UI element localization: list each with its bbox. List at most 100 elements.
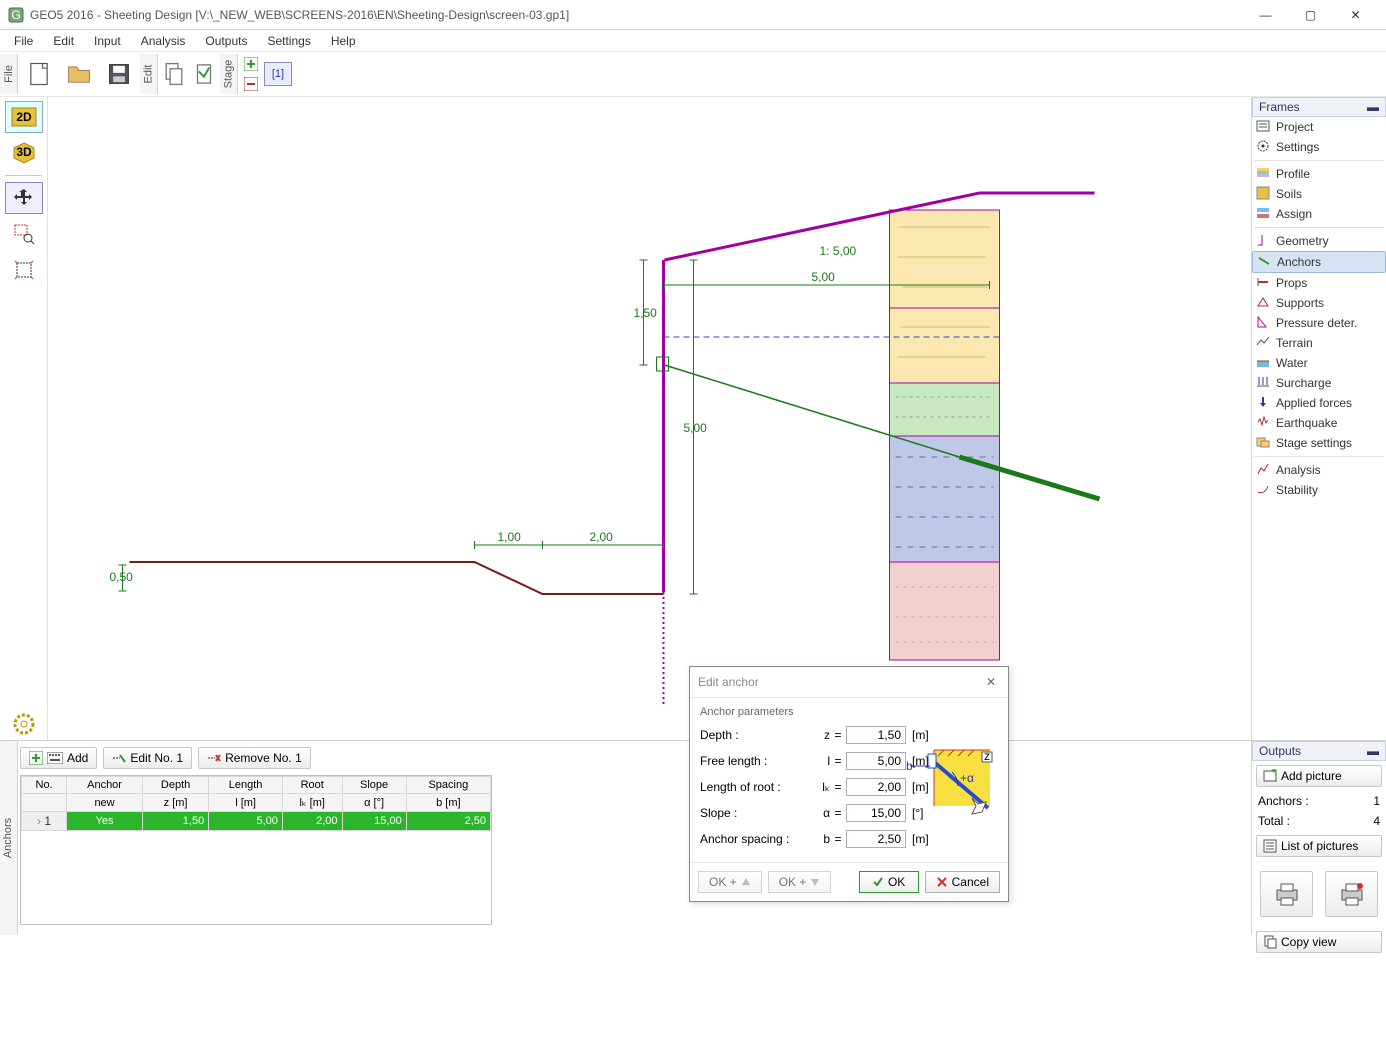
- anchor-schematic-icon: b +α z: [904, 742, 994, 822]
- paste-button[interactable]: [190, 54, 218, 94]
- edit-icon: [112, 752, 126, 764]
- frame-project[interactable]: Project: [1252, 117, 1386, 137]
- app-icon: G: [8, 7, 24, 23]
- arrow-down-icon: [810, 877, 820, 887]
- edit-anchor-button[interactable]: Edit No. 1: [103, 747, 192, 769]
- check-icon: [872, 876, 884, 888]
- frame-profile[interactable]: Profile: [1252, 164, 1386, 184]
- depth-input[interactable]: [846, 726, 906, 744]
- frame-settings[interactable]: Settings: [1252, 137, 1386, 157]
- list-pictures-button[interactable]: List of pictures: [1256, 835, 1382, 857]
- menu-analysis[interactable]: Analysis: [131, 32, 196, 50]
- save-file-button[interactable]: [100, 54, 138, 94]
- frames-header: Frames▬: [1252, 97, 1386, 117]
- ok-down-button[interactable]: OK +: [768, 871, 832, 893]
- copy-view-button[interactable]: Copy view: [1256, 931, 1382, 953]
- stage-tab-1[interactable]: [1]: [264, 62, 292, 86]
- svg-text:b: b: [906, 759, 913, 773]
- keyboard-icon: [47, 752, 63, 764]
- dialog-close-button[interactable]: ✕: [982, 673, 1000, 691]
- remove-icon: [207, 752, 221, 764]
- free-length-input[interactable]: [846, 752, 906, 770]
- view-3d-button[interactable]: 3D: [5, 137, 43, 169]
- svg-text:1,00: 1,00: [498, 530, 522, 544]
- ok-button[interactable]: OK: [859, 871, 919, 893]
- menu-file[interactable]: File: [4, 32, 43, 50]
- minimize-icon[interactable]: ▬: [1367, 100, 1379, 114]
- minimize-button[interactable]: —: [1243, 1, 1288, 29]
- file-group-label: File: [0, 54, 18, 94]
- frame-geometry[interactable]: Geometry: [1252, 231, 1386, 251]
- zoom-extents-button[interactable]: [5, 254, 43, 286]
- cancel-icon: [936, 876, 948, 888]
- window-title: GEO5 2016 - Sheeting Design [V:\_NEW_WEB…: [30, 8, 1243, 22]
- remove-anchor-button[interactable]: Remove No. 1: [198, 747, 311, 769]
- edit-group-label: Edit: [140, 54, 158, 94]
- fieldset-title: Anchor parameters: [700, 706, 998, 718]
- svg-text:1,50: 1,50: [634, 306, 658, 320]
- frame-earthquake[interactable]: Earthquake: [1252, 413, 1386, 433]
- maximize-button[interactable]: ▢: [1288, 1, 1333, 29]
- menu-outputs[interactable]: Outputs: [195, 32, 257, 50]
- print-1-button[interactable]: [1260, 871, 1313, 917]
- anchors-table[interactable]: No.AnchorDepthLengthRootSlopeSpacing new…: [20, 775, 492, 925]
- menu-help[interactable]: Help: [321, 32, 366, 50]
- anchors-panel: Add Edit No. 1 Remove No. 1 No.AnchorDep…: [18, 741, 498, 935]
- table-row[interactable]: › 1 Yes1,505,002,0015,002,50: [22, 812, 491, 831]
- new-file-button[interactable]: [20, 54, 58, 94]
- svg-text:0,50: 0,50: [110, 570, 134, 584]
- picture-add-icon: [1263, 769, 1277, 783]
- frame-anchors[interactable]: Anchors: [1252, 251, 1386, 273]
- svg-text:2,00: 2,00: [590, 530, 614, 544]
- ok-up-button[interactable]: OK +: [698, 871, 762, 893]
- stage-group-label: Stage: [220, 54, 238, 94]
- minimize-icon[interactable]: ▬: [1367, 744, 1379, 758]
- zoom-select-button[interactable]: [5, 218, 43, 250]
- menu-input[interactable]: Input: [84, 32, 131, 50]
- edit-anchor-dialog: Edit anchor✕ Anchor parameters Depth :z=…: [689, 666, 1009, 902]
- frame-applied-forces[interactable]: Applied forces: [1252, 393, 1386, 413]
- menu-edit[interactable]: Edit: [43, 32, 84, 50]
- frame-pressure[interactable]: Pressure deter.: [1252, 313, 1386, 333]
- svg-text:z: z: [984, 749, 990, 763]
- frame-terrain[interactable]: Terrain: [1252, 333, 1386, 353]
- menu-bar: File Edit Input Analysis Outputs Setting…: [0, 30, 1386, 52]
- print-2-button[interactable]: [1325, 871, 1378, 917]
- frame-supports[interactable]: Supports: [1252, 293, 1386, 313]
- slope-input[interactable]: [846, 804, 906, 822]
- printer-icon: [1273, 880, 1301, 908]
- frame-assign[interactable]: Assign: [1252, 204, 1386, 224]
- anchors-side-label: Anchors: [0, 741, 18, 935]
- svg-text:5,00: 5,00: [684, 421, 708, 435]
- view-2d-button[interactable]: 2D: [5, 101, 43, 133]
- pan-button[interactable]: [5, 182, 43, 214]
- stage-add-icon[interactable]: [244, 57, 258, 71]
- root-length-input[interactable]: [846, 778, 906, 796]
- settings-gear-button[interactable]: [5, 708, 43, 740]
- menu-settings[interactable]: Settings: [257, 32, 320, 50]
- copy-button[interactable]: [160, 54, 188, 94]
- frame-soils[interactable]: Soils: [1252, 184, 1386, 204]
- open-file-button[interactable]: [60, 54, 98, 94]
- title-bar: G GEO5 2016 - Sheeting Design [V:\_NEW_W…: [0, 0, 1386, 30]
- frame-water[interactable]: Water: [1252, 353, 1386, 373]
- outputs-panel: Outputs▬ Add picture Anchors :1 Total :4…: [1251, 741, 1386, 935]
- frames-panel: Frames▬ Project Settings Profile Soils A…: [1251, 97, 1386, 740]
- view-toolbar: 2D 3D: [0, 97, 48, 740]
- cancel-button[interactable]: Cancel: [925, 871, 1000, 893]
- svg-text:2D: 2D: [16, 110, 32, 124]
- dialog-title: Edit anchor: [698, 675, 759, 689]
- drawing-canvas[interactable]: 0,50 1,00 2,00 1,50 5,00 5,00 1: 5,00: [48, 97, 1251, 740]
- svg-text:+α: +α: [960, 771, 974, 785]
- frame-stage-settings[interactable]: Stage settings: [1252, 433, 1386, 453]
- frame-props[interactable]: Props: [1252, 273, 1386, 293]
- frame-analysis[interactable]: Analysis: [1252, 460, 1386, 480]
- frame-surcharge[interactable]: Surcharge: [1252, 373, 1386, 393]
- add-picture-button[interactable]: Add picture: [1256, 765, 1382, 787]
- frame-stability[interactable]: Stability: [1252, 480, 1386, 500]
- spacing-input[interactable]: [846, 830, 906, 848]
- stage-remove-icon[interactable]: [244, 77, 258, 91]
- arrow-up-icon: [741, 877, 751, 887]
- close-button[interactable]: ✕: [1333, 1, 1378, 29]
- add-anchor-button[interactable]: Add: [20, 747, 97, 769]
